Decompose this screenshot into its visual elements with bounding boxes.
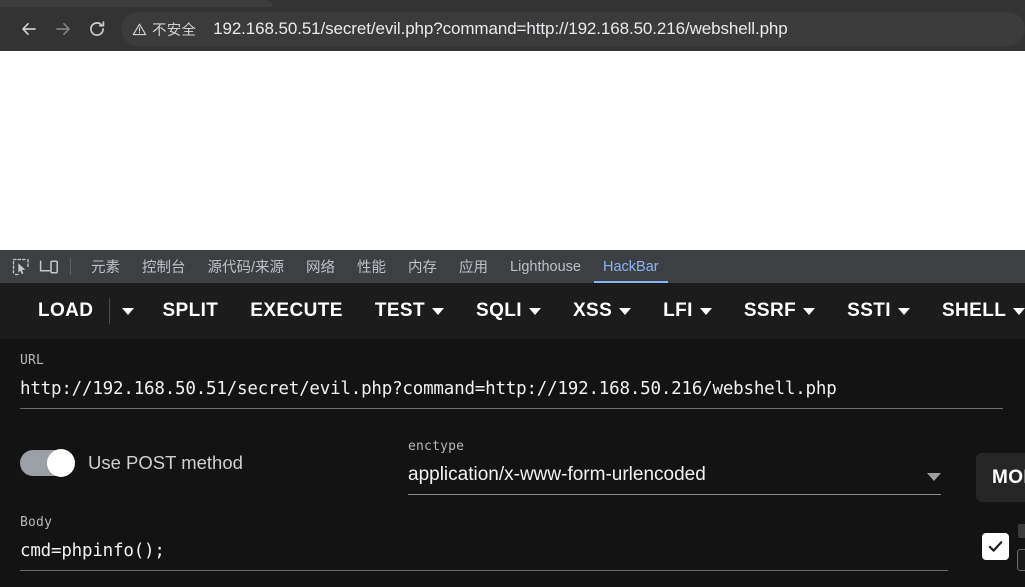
warning-triangle-icon: [132, 22, 147, 37]
tab-hackbar[interactable]: HackBar: [592, 250, 670, 283]
arrow-left-icon: [19, 19, 39, 39]
post-method-toggle-group[interactable]: Use POST method: [20, 449, 243, 477]
tab-elements[interactable]: 元素: [80, 250, 131, 283]
page-content-viewport: [0, 51, 1025, 250]
hackbar-lfi-menu[interactable]: LFI: [647, 283, 728, 339]
tab-label: HackBar: [602, 258, 659, 275]
arrow-right-icon: [53, 19, 73, 39]
chevron-down-icon: [927, 473, 941, 481]
button-label: SPLIT: [162, 300, 219, 321]
tab-label: 网络: [306, 260, 336, 276]
tab-network[interactable]: 网络: [295, 250, 346, 283]
url-field-group: URL http://192.168.50.51/secret/evil.php…: [20, 353, 1003, 409]
body-input[interactable]: cmd=phpinfo();: [20, 541, 948, 561]
hackbar-ssrf-menu[interactable]: SSRF: [728, 283, 831, 339]
devtools-tab-bar: 元素 控制台 源代码/来源 网络 性能 内存 应用 Lighthouse Hac…: [0, 250, 1025, 283]
hackbar-load-button[interactable]: LOAD: [22, 283, 109, 339]
tab-strip: [0, 0, 273, 7]
tab-label: 控制台: [142, 260, 186, 276]
address-bar[interactable]: 不安全 192.168.50.51/secret/evil.php?comman…: [121, 12, 1025, 46]
hackbar-test-menu[interactable]: TEST: [359, 283, 460, 339]
hackbar-shell-menu[interactable]: SHELL: [926, 283, 1025, 339]
button-label: EXECUTE: [250, 300, 343, 321]
field-underline: [408, 494, 941, 495]
hackbar-xss-menu[interactable]: XSS: [557, 283, 647, 339]
button-label: LFI: [663, 300, 693, 321]
enctype-field-group: enctype application/x-www-form-urlencode…: [408, 439, 941, 495]
side-panel-fragment-bottom: [1017, 549, 1025, 571]
inspect-cursor-icon: [12, 258, 30, 276]
hackbar-sqli-menu[interactable]: SQLI: [460, 283, 557, 339]
body-field-label: Body: [20, 515, 53, 530]
security-badge[interactable]: 不安全: [125, 16, 205, 42]
more-button[interactable]: MORE: [976, 453, 1025, 502]
hackbar-split-button[interactable]: SPLIT: [146, 283, 234, 339]
chevron-down-icon: [1013, 307, 1025, 315]
forward-button[interactable]: [46, 12, 80, 46]
enctype-label: enctype: [408, 439, 465, 454]
inspect-element-button[interactable]: [7, 254, 35, 280]
security-badge-label: 不安全: [152, 22, 197, 39]
button-label: TEST: [374, 300, 425, 321]
chevron-down-icon: [699, 307, 712, 315]
tab-performance[interactable]: 性能: [346, 250, 397, 283]
chevron-down-icon: [432, 307, 444, 315]
side-panel-fragment-top: [1018, 524, 1025, 538]
tab-application[interactable]: 应用: [448, 250, 499, 283]
button-label: SSTI: [847, 300, 891, 321]
hackbar-execute-button[interactable]: EXECUTE: [234, 283, 359, 339]
field-underline: [20, 408, 1003, 409]
button-label: MORE: [992, 466, 1025, 488]
enctype-select[interactable]: application/x-www-form-urlencoded: [408, 464, 941, 486]
button-label: LOAD: [38, 300, 94, 321]
chevron-down-icon: [897, 307, 910, 315]
tab-memory[interactable]: 内存: [397, 250, 448, 283]
body-field-group: Body cmd=phpinfo();: [20, 515, 948, 571]
button-label: SSRF: [743, 300, 797, 321]
tab-label: 元素: [91, 260, 120, 276]
button-label: SHELL: [941, 300, 1007, 321]
chevron-down-icon: [122, 307, 135, 315]
toggle-device-toolbar-button[interactable]: [35, 254, 63, 280]
tab-label: 性能: [357, 260, 387, 276]
method-row: Use POST method enctype application/x-ww…: [20, 439, 1025, 502]
chevron-down-icon: [803, 307, 816, 315]
chevron-down-icon: [619, 307, 632, 315]
hackbar-form: URL http://192.168.50.51/secret/evil.php…: [0, 339, 1025, 587]
hackbar-ssti-menu[interactable]: SSTI: [831, 283, 926, 339]
tab-label: 内存: [408, 260, 438, 276]
post-method-toggle[interactable]: [20, 449, 75, 477]
device-toolbar-icon: [39, 258, 59, 276]
back-button[interactable]: [12, 12, 46, 46]
toggle-knob: [47, 449, 75, 477]
tab-sources[interactable]: 源代码/来源: [197, 250, 296, 283]
reload-button[interactable]: [80, 12, 114, 46]
hackbar-toolbar: LOAD SPLIT EXECUTE TEST SQLI XSS LFI SSR…: [0, 283, 1025, 339]
button-label: XSS: [572, 300, 613, 321]
hackbar-load-dropdown-button[interactable]: [110, 283, 146, 339]
check-icon: [986, 537, 1005, 556]
enctype-value: application/x-www-form-urlencoded: [408, 464, 706, 485]
browser-window: 不安全 192.168.50.51/secret/evil.php?comman…: [0, 0, 1025, 587]
toolbar-divider: [70, 258, 71, 275]
tab-label: 应用: [459, 260, 489, 276]
button-label: SQLI: [476, 300, 522, 321]
tab-console[interactable]: 控制台: [131, 250, 197, 283]
url-input[interactable]: http://192.168.50.51/secret/evil.php?com…: [20, 379, 1003, 399]
post-method-label: Use POST method: [88, 452, 243, 473]
tab-lighthouse[interactable]: Lighthouse: [499, 250, 592, 283]
browser-toolbar: 不安全 192.168.50.51/secret/evil.php?comman…: [0, 7, 1025, 51]
devtools-panel: 元素 控制台 源代码/来源 网络 性能 内存 应用 Lighthouse Hac…: [0, 250, 1025, 587]
tab-label: Lighthouse: [510, 258, 581, 275]
url-field-label: URL: [20, 353, 45, 368]
reload-icon: [87, 19, 107, 39]
tab-label: 源代码/来源: [207, 260, 285, 276]
body-enabled-checkbox[interactable]: [982, 533, 1009, 560]
url-text[interactable]: 192.168.50.51/secret/evil.php?command=ht…: [213, 19, 788, 39]
field-underline: [20, 570, 948, 571]
browser-chrome: 不安全 192.168.50.51/secret/evil.php?comman…: [0, 0, 1025, 51]
chevron-down-icon: [528, 307, 541, 315]
